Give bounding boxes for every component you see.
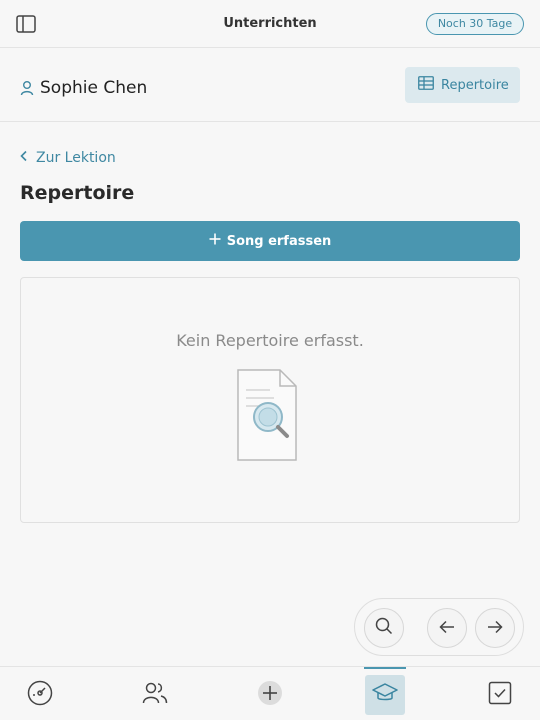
next-button[interactable]: [475, 608, 515, 648]
repertoire-tab[interactable]: Repertoire: [405, 67, 520, 103]
back-link-label: Zur Lektion: [36, 150, 116, 166]
add-song-button[interactable]: Song erfassen: [20, 221, 520, 261]
previous-button[interactable]: [427, 608, 467, 648]
graduation-cap-icon: [372, 682, 398, 708]
nav-teaching[interactable]: [365, 675, 405, 715]
back-to-lesson-link[interactable]: Zur Lektion: [20, 148, 116, 168]
student-name: Sophie Chen: [40, 78, 148, 98]
top-bar: Unterrichten Noch 30 Tage: [0, 0, 540, 48]
sidebar-toggle-icon[interactable]: [16, 15, 36, 33]
nav-dashboard[interactable]: [20, 675, 60, 715]
document-search-icon: [236, 368, 298, 462]
arrow-left-icon: [439, 619, 455, 638]
users-icon: [142, 681, 168, 709]
student-header: Sophie Chen Repertoire: [0, 48, 540, 122]
checkbox-icon: [488, 681, 512, 709]
arrow-right-icon: [487, 619, 503, 638]
empty-state-message: Kein Repertoire erfasst.: [176, 331, 364, 350]
nav-students[interactable]: [135, 675, 175, 715]
bottom-navigation-bar: [0, 666, 540, 720]
user-icon: [20, 80, 34, 96]
nav-add[interactable]: [250, 675, 290, 715]
trial-status-badge[interactable]: Noch 30 Tage: [426, 13, 524, 35]
table-icon: [418, 76, 434, 94]
floating-navigation: [354, 598, 524, 656]
plus-circle-icon: [257, 680, 283, 710]
chevron-left-icon: [20, 150, 28, 166]
repertoire-tab-label: Repertoire: [441, 77, 509, 93]
add-song-button-label: Song erfassen: [226, 233, 332, 249]
page-title: Repertoire: [20, 182, 135, 204]
plus-icon: [209, 233, 221, 249]
empty-state-card: Kein Repertoire erfasst.: [20, 277, 520, 523]
search-icon: [375, 617, 393, 639]
dashboard-icon: [27, 680, 53, 710]
search-button[interactable]: [364, 608, 404, 648]
nav-tasks[interactable]: [480, 675, 520, 715]
active-tab-indicator: [364, 667, 406, 669]
